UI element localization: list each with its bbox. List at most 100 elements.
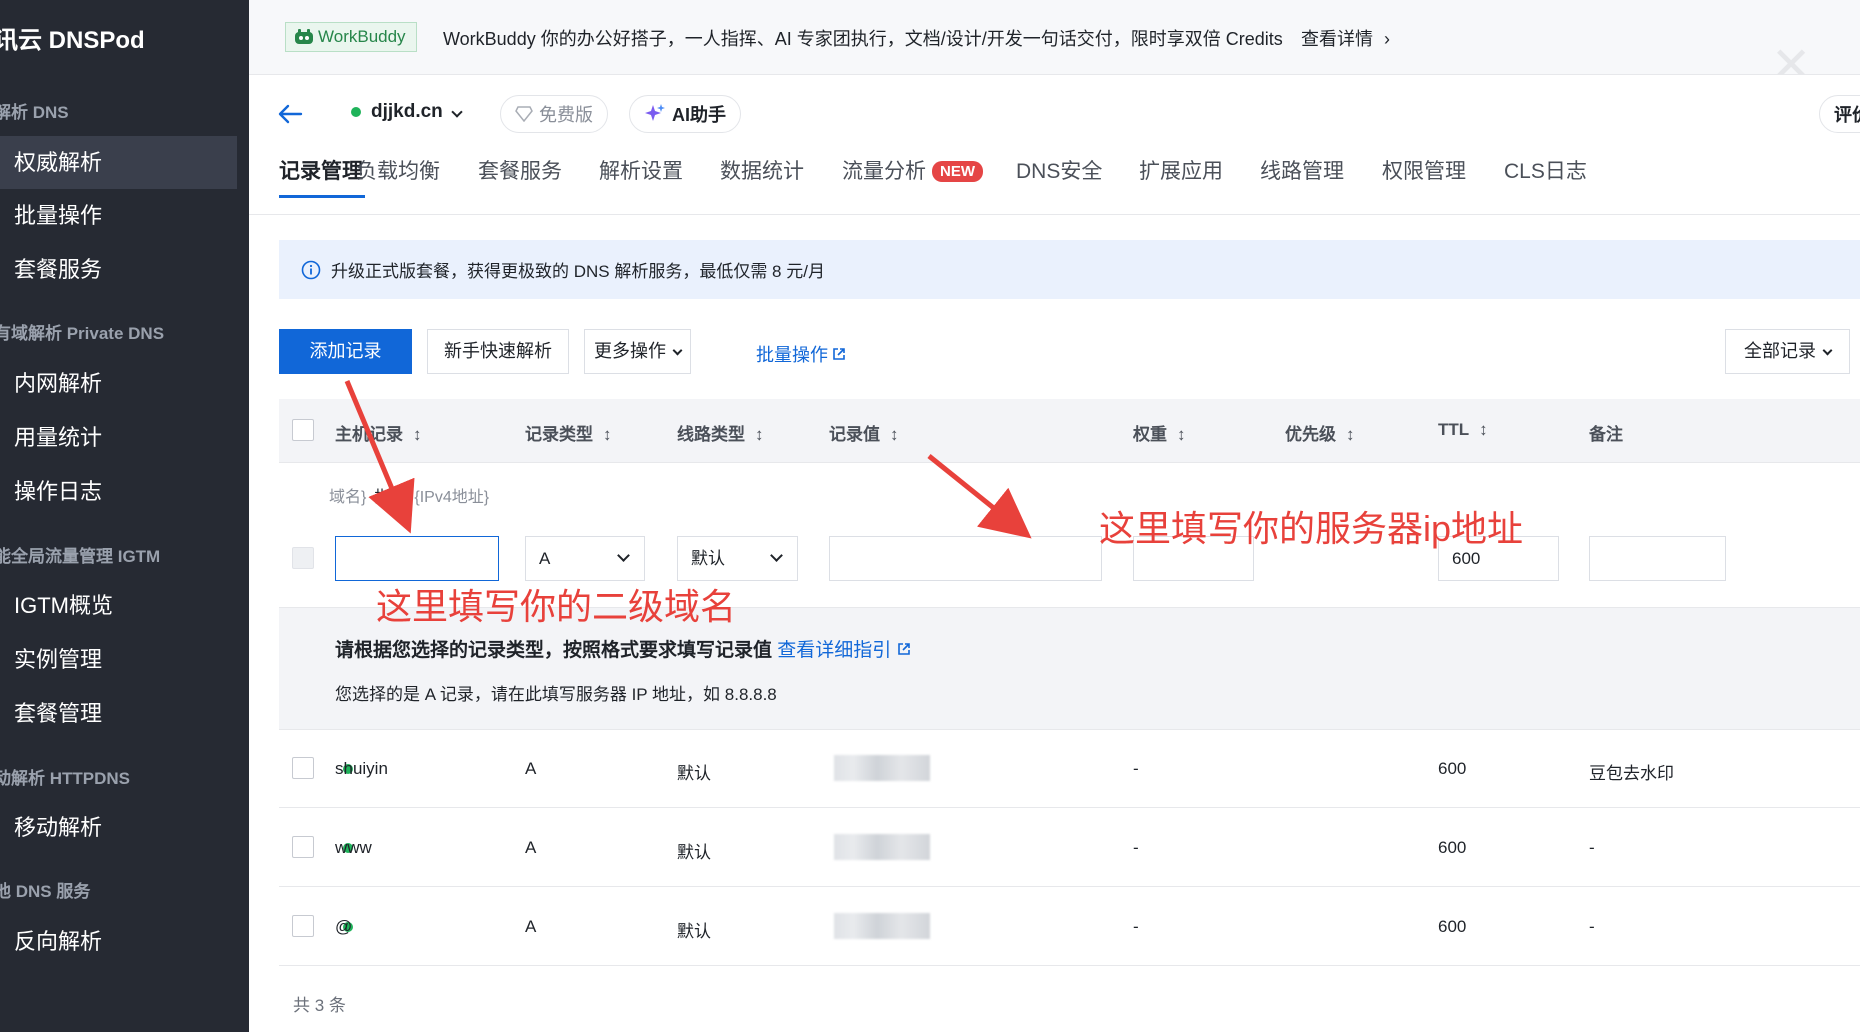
chevron-down-icon xyxy=(617,549,630,562)
sidebar-item-plan-manage[interactable]: 套餐管理 xyxy=(0,687,237,740)
col-host-label: 主机记录 xyxy=(335,425,403,444)
tab-stats[interactable]: 数据统计 xyxy=(720,155,804,185)
tab-load-balance[interactable]: 负载均衡 xyxy=(356,155,440,185)
guide-title-text: 请根据您选择的记录类型，按照格式要求填写记录值 xyxy=(335,640,773,661)
col-line[interactable]: 线路类型 ↕ xyxy=(677,420,764,445)
col-weight[interactable]: 权重 ↕ xyxy=(1133,420,1186,445)
sidebar-item-instances[interactable]: 实例管理 xyxy=(0,633,237,686)
row-divider xyxy=(279,965,1860,966)
tab-records[interactable]: 记录管理 xyxy=(279,155,363,185)
record-filter-dropdown[interactable]: 全部记录 xyxy=(1725,329,1850,374)
sort-icon: ↕ xyxy=(1479,420,1488,439)
workbuddy-badge-label: WorkBuddy xyxy=(318,27,406,46)
sidebar-group-igtm: 能全局流量管理 IGTM xyxy=(0,547,161,566)
plan-pill[interactable]: 免费版 xyxy=(500,95,608,133)
row-remark: - xyxy=(1589,838,1595,857)
ai-assistant-button[interactable]: AI助手 xyxy=(629,95,741,133)
domain-name: djjkd.cn xyxy=(371,101,443,122)
sidebar-item-reverse[interactable]: 反向解析 xyxy=(0,915,237,968)
sidebar-item-usage[interactable]: 用量统计 xyxy=(0,411,237,464)
plan-pill-label: 免费版 xyxy=(539,105,593,125)
sidebar-item-intranet[interactable]: 内网解析 xyxy=(0,357,237,410)
sidebar-item-authoritative[interactable]: 权威解析 xyxy=(0,136,237,189)
sidebar: 讯云 DNSPod 解析 DNS 权威解析 批量操作 套餐服务 有域解析 Pri… xyxy=(0,0,249,1032)
col-value-label: 记录值 xyxy=(829,425,880,444)
host-record-input[interactable] xyxy=(335,536,499,581)
chevron-right-icon: › xyxy=(1384,29,1391,49)
row-host: shuiyin xyxy=(335,759,388,778)
select-all-checkbox[interactable] xyxy=(292,419,314,441)
upgrade-notice: 升级正式版套餐，获得更极致的 DNS 解析服务，最低仅需 8 元/月 xyxy=(279,240,1860,299)
sparkle-icon xyxy=(645,104,665,121)
quick-setup-button[interactable]: 新手快速解析 xyxy=(427,329,569,374)
sort-icon: ↕ xyxy=(603,425,612,444)
guide-detail-link[interactable]: 查看详细指引 xyxy=(777,640,910,661)
row-host: www xyxy=(335,838,372,857)
row-checkbox[interactable] xyxy=(292,915,314,937)
batch-operations-label: 批量操作 xyxy=(756,345,828,365)
row-weight: - xyxy=(1133,838,1139,857)
record-type-select[interactable]: A xyxy=(525,536,645,581)
format-hint: 域名} 指向 {IPv4地址} xyxy=(329,483,489,507)
sidebar-item-plans[interactable]: 套餐服务 xyxy=(0,243,237,296)
active-tab-indicator xyxy=(279,195,365,198)
col-ttl[interactable]: TTL ↕ xyxy=(1438,420,1488,440)
sort-icon: ↕ xyxy=(1177,425,1186,444)
banner-text: WorkBuddy 你的办公好搭子，一人指挥、AI 专家团执行，文档/设计/开发… xyxy=(443,29,1283,49)
col-type[interactable]: 记录类型 ↕ xyxy=(525,420,612,445)
sidebar-item-batch[interactable]: 批量操作 xyxy=(0,189,237,242)
tab-resolve-settings[interactable]: 解析设置 xyxy=(599,155,683,185)
hint-suffix: {IPv4地址} xyxy=(414,489,490,506)
add-record-button[interactable]: 添加记录 xyxy=(279,329,412,374)
tab-cls-logs[interactable]: CLS日志 xyxy=(1504,155,1587,185)
hint-prefix: 域名} xyxy=(329,489,367,506)
evaluate-label: 评价 xyxy=(1834,105,1860,125)
sidebar-item-logs[interactable]: 操作日志 xyxy=(0,465,237,518)
record-filter-label: 全部记录 xyxy=(1744,341,1816,361)
col-type-label: 记录类型 xyxy=(525,425,593,444)
batch-operations-link[interactable]: 批量操作 xyxy=(756,341,846,367)
row-value-redacted xyxy=(834,834,930,860)
record-value-input[interactable] xyxy=(829,536,1102,581)
row-type: A xyxy=(525,759,537,778)
row-divider xyxy=(279,886,1860,887)
domain-selector[interactable]: djjkd.cn xyxy=(351,101,463,123)
row-remark: - xyxy=(1589,917,1595,936)
evaluate-button[interactable]: 评价 xyxy=(1819,95,1860,133)
tab-permissions[interactable]: 权限管理 xyxy=(1382,155,1466,185)
tab-plans[interactable]: 套餐服务 xyxy=(478,155,562,185)
col-remark: 备注 xyxy=(1589,425,1623,444)
chevron-down-icon xyxy=(672,345,683,356)
tab-extensions[interactable]: 扩展应用 xyxy=(1139,155,1223,185)
row-value-redacted xyxy=(834,913,930,939)
line-type-select[interactable]: 默认 xyxy=(677,536,798,581)
back-arrow-icon[interactable] xyxy=(277,103,303,125)
row-weight: - xyxy=(1133,759,1139,778)
row-divider xyxy=(279,807,1860,808)
sidebar-group-httpdns: 动解析 HTTPDNS xyxy=(0,769,130,788)
row-checkbox[interactable] xyxy=(292,836,314,858)
col-host[interactable]: 主机记录 ↕ xyxy=(335,420,422,445)
sort-icon: ↕ xyxy=(1346,425,1355,444)
sidebar-item-igtm-overview[interactable]: IGTM概览 xyxy=(0,579,237,632)
guide-title: 请根据您选择的记录类型，按照格式要求填写记录值 查看详细指引 xyxy=(335,635,911,662)
remark-input[interactable] xyxy=(1589,536,1726,581)
col-value[interactable]: 记录值 ↕ xyxy=(829,420,899,445)
new-badge: NEW xyxy=(932,161,983,182)
tab-dns-security[interactable]: DNS安全 xyxy=(1016,155,1102,185)
banner-details-link[interactable]: 查看详情 › xyxy=(1301,25,1390,51)
info-icon xyxy=(301,260,321,279)
workbuddy-badge[interactable]: WorkBuddy xyxy=(285,22,417,52)
more-actions-dropdown[interactable]: 更多操作 xyxy=(584,329,691,374)
row-ttl: 600 xyxy=(1438,838,1467,857)
col-weight-label: 权重 xyxy=(1133,425,1167,444)
sort-icon: ↕ xyxy=(890,425,899,444)
row-remark: 豆包去水印 xyxy=(1589,764,1674,783)
row-checkbox[interactable] xyxy=(292,757,314,779)
domain-status-dot xyxy=(351,107,361,117)
tab-lines[interactable]: 线路管理 xyxy=(1260,155,1344,185)
row-ttl: 600 xyxy=(1438,759,1467,778)
col-priority[interactable]: 优先级 ↕ xyxy=(1285,420,1355,445)
sidebar-item-mobile[interactable]: 移动解析 xyxy=(0,801,237,854)
tab-traffic[interactable]: 流量分析 NEW xyxy=(842,155,983,185)
